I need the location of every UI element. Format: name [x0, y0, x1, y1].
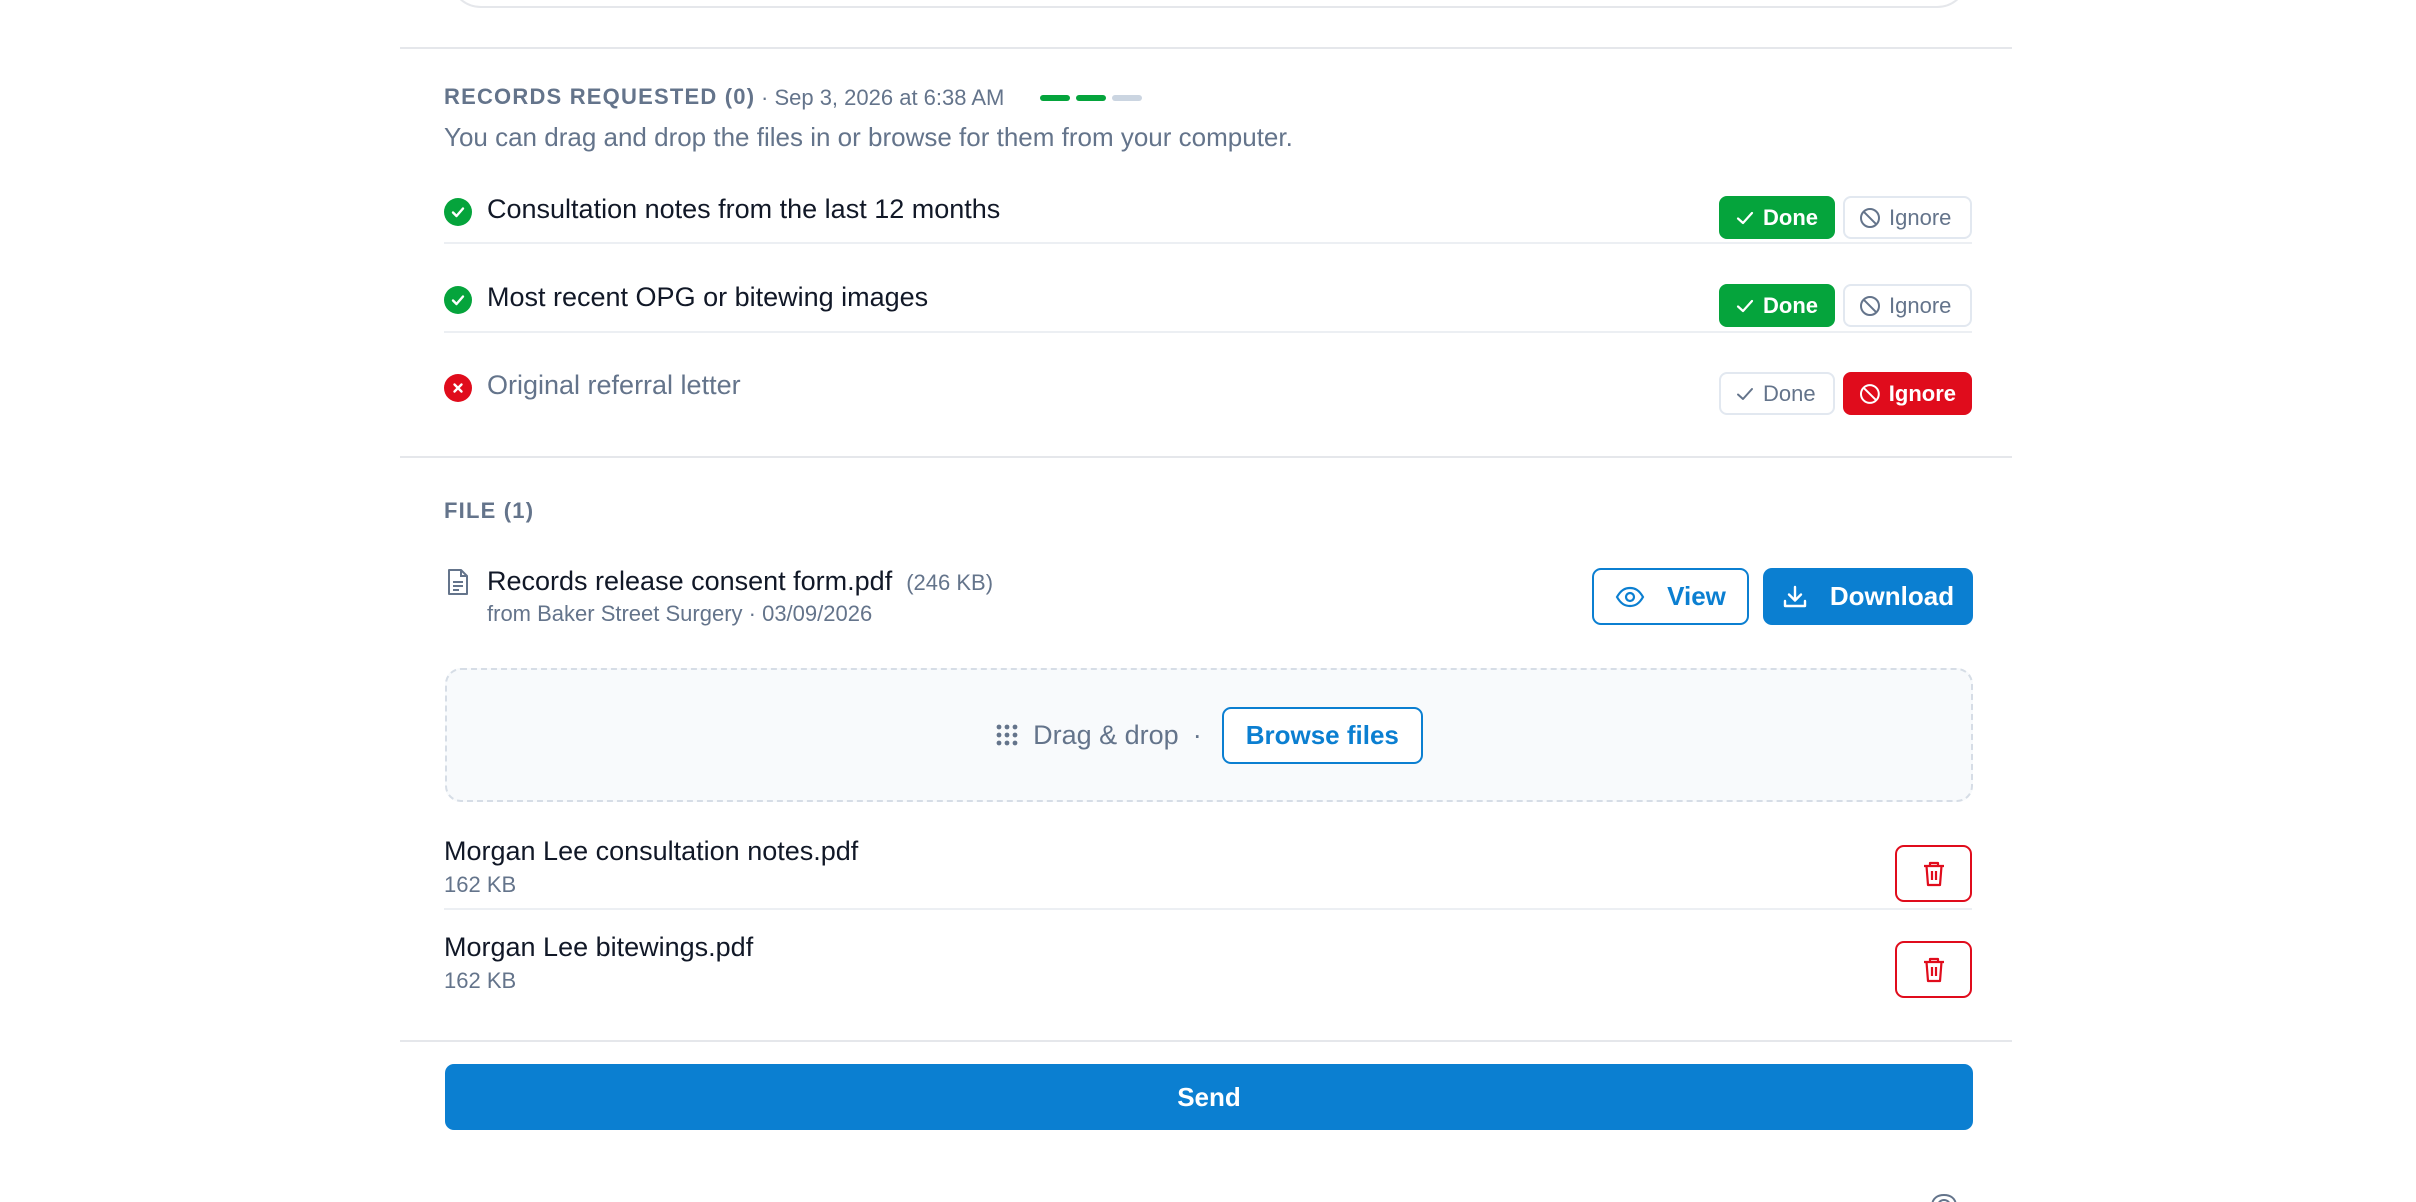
done-label: Done: [1763, 204, 1818, 230]
request-item: Consultation notes from the last 12 mont…: [444, 176, 1972, 264]
view-label: View: [1667, 581, 1726, 611]
check-circle-icon: [444, 286, 472, 314]
divider: [400, 1040, 2012, 1042]
records-progress: [1040, 95, 1142, 101]
records-heading: RECORDS REQUESTED (0): [444, 84, 756, 109]
file-heading: FILE (1): [444, 498, 535, 523]
download-icon: [1783, 585, 1807, 607]
request-item: Most recent OPG or bitewing images Done …: [444, 264, 1972, 352]
divider: [400, 47, 2012, 49]
send-button[interactable]: Send: [445, 1064, 1973, 1130]
done-button[interactable]: Done: [1719, 196, 1835, 239]
delete-file-button[interactable]: [1895, 845, 1972, 902]
previous-section-input: [449, 0, 1969, 8]
uploaded-file-name: Morgan Lee bitewings.pdf: [444, 932, 754, 962]
records-timestamp: · Sep 3, 2026 at 6:38 AM: [761, 85, 1005, 110]
request-label: Original referral letter: [487, 370, 741, 400]
file-name-text: Records release consent form.pdf: [487, 566, 893, 596]
done-label: Done: [1763, 292, 1818, 318]
progress-segment-2: [1076, 95, 1106, 101]
grip-icon: [996, 724, 1018, 746]
trash-icon: [1923, 861, 1944, 886]
uploaded-file-name: Morgan Lee consultation notes.pdf: [444, 836, 859, 866]
view-button[interactable]: View: [1592, 568, 1749, 625]
ban-icon: [1859, 383, 1880, 404]
file-meta: from Baker Street Surgery · 03/09/2026: [487, 601, 873, 626]
divider: [444, 908, 1972, 910]
progress-segment-3: [1112, 95, 1142, 101]
download-button[interactable]: Download: [1763, 568, 1973, 625]
check-icon: [1736, 211, 1754, 224]
check-icon: [1737, 387, 1753, 400]
x-circle-icon: [444, 374, 472, 402]
ignore-button[interactable]: Ignore: [1843, 196, 1972, 239]
file-size: (246 KB): [906, 570, 994, 595]
done-button[interactable]: Done: [1719, 284, 1835, 327]
divider: [400, 456, 2012, 458]
document-icon: [446, 568, 470, 601]
request-item: Original referral letter Done Ignore: [444, 352, 1972, 440]
browse-files-button[interactable]: Browse files: [1221, 706, 1423, 764]
request-label: Consultation notes from the last 12 mont…: [487, 194, 1001, 224]
done-button[interactable]: Done: [1719, 372, 1835, 415]
help-icon[interactable]: [1930, 1193, 1958, 1202]
trash-icon: [1923, 957, 1944, 982]
uploaded-file-size: 162 KB: [444, 968, 517, 993]
ignore-label: Ignore: [1889, 292, 1952, 318]
ignore-button[interactable]: Ignore: [1843, 372, 1972, 415]
check-icon: [1736, 299, 1754, 312]
done-label: Done: [1763, 380, 1816, 406]
check-circle-icon: [444, 198, 472, 226]
file-name: Records release consent form.pdf (246 KB): [487, 566, 993, 597]
divider: [444, 331, 1972, 333]
file-dropzone[interactable]: Drag & drop · Browse files: [445, 668, 1973, 802]
progress-segment-1: [1040, 95, 1070, 101]
records-description: You can drag and drop the files in or br…: [444, 122, 1293, 152]
ignore-button[interactable]: Ignore: [1843, 284, 1972, 327]
drag-drop-text: Drag & drop: [1033, 719, 1179, 750]
request-label: Most recent OPG or bitewing images: [487, 282, 929, 312]
uploaded-file-size: 162 KB: [444, 872, 517, 897]
delete-file-button[interactable]: [1895, 941, 1972, 998]
ban-icon: [1860, 207, 1880, 228]
ban-icon: [1860, 295, 1880, 316]
eye-icon: [1615, 586, 1645, 607]
download-label: Download: [1829, 581, 1955, 611]
uploaded-file-row: Morgan Lee bitewings.pdf 162 KB: [444, 932, 1972, 1012]
ignore-label: Ignore: [1888, 380, 1956, 406]
divider: [444, 242, 1972, 244]
ignore-label: Ignore: [1889, 204, 1952, 230]
separator-dot: ·: [1192, 719, 1202, 750]
uploaded-file-row: Morgan Lee consultation notes.pdf 162 KB: [444, 836, 1972, 916]
